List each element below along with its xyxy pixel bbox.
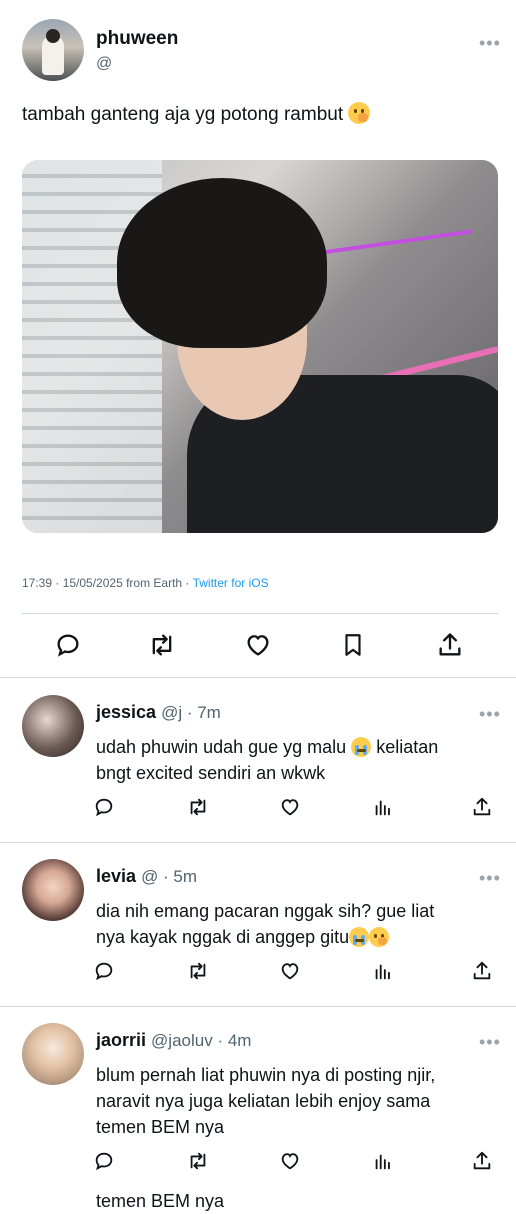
- reply-name: levia: [96, 866, 137, 886]
- reply-text: udah phuwin udah gue yg malu keliatan bn…: [96, 734, 496, 786]
- reply-text-line: nya kayak nggak di anggep gitu: [96, 927, 350, 947]
- shushing-face-emoji: [348, 102, 371, 124]
- retweet-icon[interactable]: [186, 796, 210, 823]
- crying-face-emoji: [349, 927, 370, 947]
- tweet-text-content: tambah ganteng aja yg potong rambut: [22, 104, 344, 125]
- divider: [22, 613, 498, 614]
- reply-name: jaorrii: [96, 1030, 147, 1050]
- reply-text: dia nih emang pacaran nggak sih? gue lia…: [96, 898, 496, 950]
- divider: [0, 1006, 516, 1007]
- views-icon[interactable]: [372, 796, 394, 823]
- share-icon[interactable]: [471, 960, 493, 987]
- like-icon[interactable]: [244, 631, 272, 664]
- reply-handle: @j · 7m: [161, 703, 221, 722]
- reply-author[interactable]: jaorrii @jaoluv · 4m: [96, 1030, 251, 1051]
- reply-icon[interactable]: [54, 631, 82, 664]
- cutoff-text: temen BEM nya: [96, 1191, 225, 1211]
- author-name[interactable]: phuween: [96, 28, 178, 50]
- reply-icon[interactable]: [93, 796, 115, 823]
- views-icon[interactable]: [372, 1150, 394, 1177]
- reply-text-line: blum pernah liat phuwin nya di posting n…: [96, 1065, 436, 1085]
- like-icon[interactable]: [279, 796, 301, 823]
- reply-avatar[interactable]: [22, 1023, 84, 1085]
- reply-text-line: bngt excited sendiri an wkwk: [96, 763, 326, 783]
- author-avatar[interactable]: [22, 19, 84, 81]
- like-icon[interactable]: [279, 1150, 301, 1177]
- more-icon[interactable]: •••: [479, 34, 501, 52]
- reply-icon[interactable]: [93, 1150, 115, 1177]
- reply-avatar[interactable]: [22, 695, 84, 757]
- divider: [0, 842, 516, 843]
- reply-text-line: dia nih emang pacaran nggak sih? gue lia…: [96, 901, 435, 921]
- share-icon[interactable]: [471, 796, 493, 823]
- more-icon[interactable]: •••: [479, 869, 501, 887]
- tweet-source-link[interactable]: Twitter for iOS: [193, 576, 269, 590]
- reply-name: jessica: [96, 702, 157, 722]
- bookmark-icon[interactable]: [340, 631, 366, 664]
- reply-text-line: keliatan: [371, 737, 439, 757]
- reply-author[interactable]: levia @ · 5m: [96, 866, 197, 887]
- like-icon[interactable]: [279, 960, 301, 987]
- share-icon[interactable]: [436, 631, 464, 664]
- reply-text-line: udah phuwin udah gue yg malu: [96, 737, 352, 757]
- share-icon[interactable]: [471, 1150, 493, 1177]
- tweet-photo[interactable]: [22, 160, 498, 533]
- reply-avatar[interactable]: [22, 859, 84, 921]
- reply-text: blum pernah liat phuwin nya di posting n…: [96, 1062, 496, 1140]
- tweet-text: tambah ganteng aja yg potong rambut: [22, 102, 371, 126]
- reply-handle: @jaoluv · 4m: [151, 1031, 252, 1050]
- shushing-face-emoji: [369, 927, 390, 947]
- tweet-timestamp: 17:39 · 15/05/2025 from Earth ·: [22, 576, 193, 590]
- reply-author[interactable]: jessica @j · 7m: [96, 702, 221, 723]
- reply-icon[interactable]: [93, 960, 115, 987]
- reply-text-line: naravit nya juga keliatan lebih enjoy sa…: [96, 1091, 431, 1111]
- retweet-icon[interactable]: [186, 960, 210, 987]
- author-handle[interactable]: @: [96, 55, 112, 73]
- reply-text-line: temen BEM nya: [96, 1117, 225, 1137]
- reply-handle: @ · 5m: [141, 867, 198, 886]
- views-icon[interactable]: [372, 960, 394, 987]
- tweet-meta: 17:39 · 15/05/2025 from Earth · Twitter …: [22, 576, 269, 590]
- retweet-icon[interactable]: [147, 631, 177, 664]
- retweet-icon[interactable]: [186, 1150, 210, 1177]
- avatar-head: [46, 29, 60, 43]
- more-icon[interactable]: •••: [479, 705, 501, 723]
- crying-face-emoji: [351, 737, 372, 757]
- divider: [0, 677, 516, 678]
- more-icon[interactable]: •••: [479, 1033, 501, 1051]
